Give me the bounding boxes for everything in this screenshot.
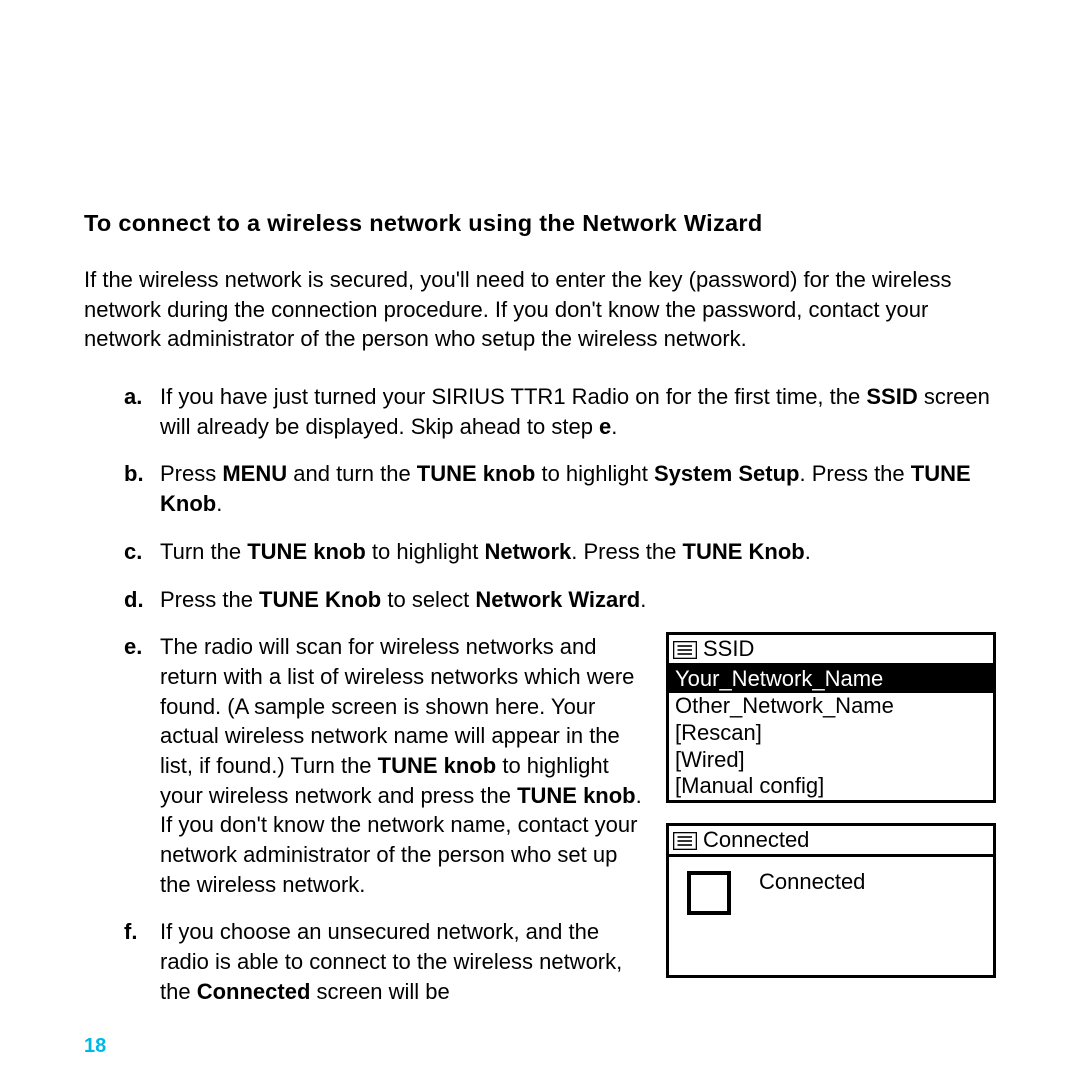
step-c: c. Turn the TUNE knob to highlight Netwo… (124, 537, 996, 567)
bold-text: TUNE knob (247, 539, 366, 564)
bold-text: Connected (197, 979, 311, 1004)
text: . (640, 587, 646, 612)
text: and turn the (287, 461, 417, 486)
text: . Press the (571, 539, 682, 564)
screen-title: SSID (703, 636, 754, 663)
screen-titlebar: SSID (669, 635, 993, 666)
bold-text: e (599, 414, 611, 439)
bold-text: TUNE knob (517, 783, 636, 808)
list-icon (673, 832, 697, 850)
list-item: Your_Network_Name (669, 666, 993, 693)
step-body: If you choose an unsecured network, and … (160, 917, 654, 1006)
checkbox-icon (687, 871, 731, 915)
list-item: [Wired] (669, 747, 993, 774)
step-body: Press the TUNE Knob to select Network Wi… (160, 585, 996, 615)
step-marker: e. (124, 632, 160, 662)
screen-title: Connected (703, 827, 809, 854)
ssid-list: Your_Network_Name Other_Network_Name [Re… (669, 666, 993, 800)
text: to highlight (535, 461, 654, 486)
step-marker: c. (124, 537, 160, 567)
step-body: Turn the TUNE knob to highlight Network.… (160, 537, 996, 567)
bold-text: Network (484, 539, 571, 564)
step-marker: f. (124, 917, 160, 947)
connected-body: Connected (669, 857, 993, 975)
text: . (805, 539, 811, 564)
step-marker: a. (124, 382, 160, 412)
step-body: Press MENU and turn the TUNE knob to hig… (160, 459, 996, 518)
list-item: [Rescan] (669, 720, 993, 747)
step-d: d. Press the TUNE Knob to select Network… (124, 585, 996, 615)
ssid-screen: SSID Your_Network_Name Other_Network_Nam… (666, 632, 996, 803)
section-heading: To connect to a wireless network using t… (84, 210, 996, 237)
bold-text: SSID (866, 384, 917, 409)
text: Press the (160, 587, 259, 612)
bold-text: TUNE Knob (683, 539, 805, 564)
list-item: Other_Network_Name (669, 693, 993, 720)
step-e: e. The radio will scan for wireless netw… (124, 632, 654, 899)
bold-text: TUNE Knob (259, 587, 381, 612)
text: . Press the (800, 461, 911, 486)
text: Press (160, 461, 222, 486)
screen-titlebar: Connected (669, 826, 993, 857)
text: . (611, 414, 617, 439)
text: to highlight (366, 539, 485, 564)
bold-text: Network Wizard (475, 587, 640, 612)
connected-label: Connected (759, 869, 865, 896)
text: to select (381, 587, 475, 612)
connected-screen: Connected Connected (666, 823, 996, 978)
bold-text: TUNE knob (417, 461, 536, 486)
page-number: 18 (84, 1035, 106, 1058)
lower-row: e. The radio will scan for wireless netw… (124, 632, 996, 1024)
step-b: b. Press MENU and turn the TUNE knob to … (124, 459, 996, 518)
step-f: f. If you choose an unsecured network, a… (124, 917, 654, 1006)
text: . (216, 491, 222, 516)
steps-list: a. If you have just turned your SIRIUS T… (124, 382, 996, 1024)
step-body: The radio will scan for wireless network… (160, 632, 654, 899)
step-marker: d. (124, 585, 160, 615)
figure-column: SSID Your_Network_Name Other_Network_Nam… (666, 632, 996, 998)
text: If you have just turned your SIRIUS TTR1… (160, 384, 866, 409)
step-a: a. If you have just turned your SIRIUS T… (124, 382, 996, 441)
bold-text: TUNE knob (378, 753, 497, 778)
text: screen will be (310, 979, 449, 1004)
text: Turn the (160, 539, 247, 564)
list-item: [Manual config] (669, 773, 993, 800)
text-column: e. The radio will scan for wireless netw… (124, 632, 654, 1024)
intro-paragraph: If the wireless network is secured, you'… (84, 265, 996, 354)
bold-text: System Setup (654, 461, 800, 486)
step-body: If you have just turned your SIRIUS TTR1… (160, 382, 996, 441)
bold-text: MENU (222, 461, 287, 486)
step-marker: b. (124, 459, 160, 489)
list-icon (673, 641, 697, 659)
manual-page: To connect to a wireless network using t… (0, 0, 1080, 1080)
